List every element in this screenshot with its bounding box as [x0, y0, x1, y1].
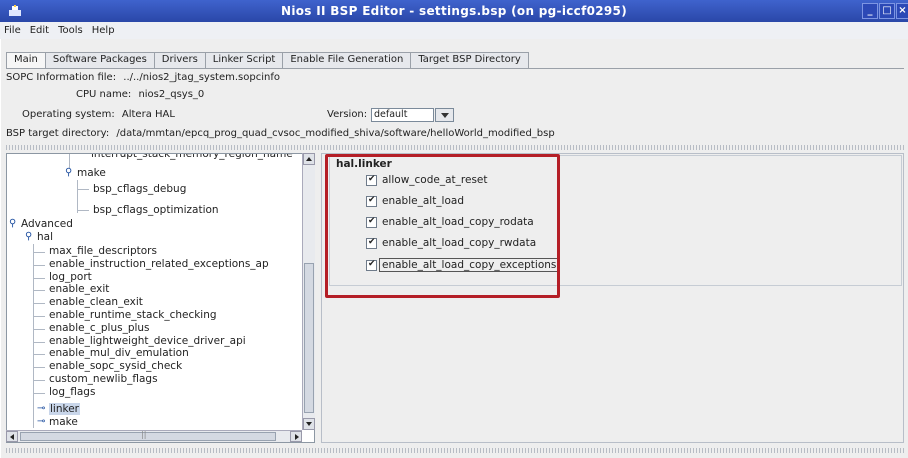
- tab-bar: Main Software Packages Drivers Linker Sc…: [6, 52, 529, 69]
- tree-guide: [33, 303, 45, 305]
- tree-item-partial[interactable]: interrupt_stack_memory_region_name: [91, 154, 293, 160]
- tree-item-bsp-cflags-optimization[interactable]: bsp_cflags_optimization: [93, 204, 219, 216]
- bsp-dir-row: BSP target directory: /data/mmtan/epcq_p…: [6, 128, 555, 139]
- menu-file[interactable]: File: [4, 25, 21, 36]
- tab-main[interactable]: Main: [6, 52, 46, 69]
- sopc-label: SOPC Information file:: [6, 72, 117, 83]
- collapsed-icon[interactable]: ⊸: [37, 403, 45, 414]
- maximize-icon[interactable]: □: [879, 3, 895, 19]
- tree-guide: [33, 252, 45, 253]
- minimize-icon[interactable]: _: [862, 3, 878, 19]
- title-bar: Nios II BSP Editor - settings.bsp (on pg…: [0, 0, 908, 22]
- scroll-thumb[interactable]: [20, 430, 276, 441]
- tab-linker-script[interactable]: Linker Script: [204, 52, 284, 68]
- tree-guide: [77, 189, 89, 190]
- app-icon: [9, 5, 21, 16]
- tree-item-make[interactable]: make: [77, 167, 106, 179]
- tree-item-hal-setting[interactable]: log_port: [49, 271, 92, 283]
- tree-guide: [33, 244, 34, 428]
- chevron-down-icon[interactable]: [435, 108, 454, 122]
- menu-edit[interactable]: Edit: [30, 25, 49, 36]
- scroll-up-icon[interactable]: [303, 153, 315, 165]
- tab-target-bsp-directory[interactable]: Target BSP Directory: [410, 52, 529, 68]
- highlight-box: [325, 154, 560, 298]
- tree-item-linker[interactable]: linker: [49, 403, 80, 415]
- tree-vertical-scrollbar[interactable]: [302, 153, 315, 430]
- tree-guide: [33, 277, 45, 279]
- sopc-value: ../../nios2_jtag_system.sopcinfo: [123, 72, 280, 83]
- cpu-label: CPU name:: [76, 89, 132, 100]
- tree-item-make-bottom[interactable]: make: [49, 416, 78, 428]
- settings-tree[interactable]: interrupt_stack_memory_region_name ⚲ mak…: [6, 153, 315, 443]
- tree-item-hal-setting[interactable]: log_flags: [49, 386, 95, 398]
- bsp-dir-label: BSP target directory:: [6, 128, 110, 139]
- tab-underline: [6, 68, 904, 69]
- tree-guide: [69, 154, 70, 168]
- tree-item-hal-setting[interactable]: max_file_descriptors: [49, 245, 157, 257]
- tree-item-hal-setting[interactable]: enable_mul_div_emulation: [49, 347, 189, 359]
- tree-item-hal-setting[interactable]: custom_newlib_flags: [49, 373, 158, 385]
- tab-drivers[interactable]: Drivers: [153, 52, 206, 68]
- menu-help[interactable]: Help: [92, 25, 115, 36]
- status-strip: [6, 448, 904, 453]
- tree-item-advanced[interactable]: Advanced: [21, 218, 73, 230]
- expanded-icon[interactable]: ⚲: [9, 218, 16, 229]
- scroll-down-icon[interactable]: [303, 418, 315, 430]
- scroll-right-icon[interactable]: [290, 431, 302, 442]
- os-row: Operating system: Altera HAL: [22, 109, 175, 120]
- collapsed-icon[interactable]: ⊸: [37, 416, 45, 427]
- tree-item-hal-setting[interactable]: enable_sopc_sysid_check: [49, 360, 182, 372]
- cpu-row: CPU name: nios2_qsys_0: [76, 89, 204, 100]
- menu-bar: File Edit Tools Help: [0, 22, 908, 39]
- expanded-icon[interactable]: ⚲: [65, 167, 72, 178]
- tree-item-hal-setting[interactable]: enable_c_plus_plus: [49, 322, 150, 334]
- tree-guide: [33, 328, 45, 330]
- close-icon[interactable]: ×: [896, 3, 908, 19]
- cpu-value: nios2_qsys_0: [138, 89, 205, 100]
- splitter[interactable]: [6, 145, 904, 150]
- window-controls: _ □ ×: [862, 3, 908, 19]
- window-title: Nios II BSP Editor - settings.bsp (on pg…: [281, 4, 627, 18]
- tree-guide: [33, 316, 45, 317]
- sopc-row: SOPC Information file: ../../nios2_jtag_…: [6, 72, 280, 83]
- tree-item-hal-setting[interactable]: enable_instruction_related_exceptions_ap: [49, 258, 269, 270]
- version-label: Version:: [327, 109, 368, 120]
- scroll-left-icon[interactable]: [6, 431, 18, 442]
- scroll-thumb[interactable]: [304, 263, 314, 413]
- tab-enable-file-generation[interactable]: Enable File Generation: [282, 52, 412, 68]
- tree-guide: [33, 341, 45, 343]
- tree-horizontal-scrollbar[interactable]: [6, 430, 302, 442]
- expanded-icon[interactable]: ⚲: [25, 231, 32, 242]
- tree-guide: [33, 380, 45, 381]
- tree-item-hal-setting[interactable]: enable_runtime_stack_checking: [49, 309, 217, 321]
- tree-item-hal-setting[interactable]: enable_exit: [49, 283, 109, 295]
- os-value: Altera HAL: [121, 109, 175, 120]
- tree-guide: [77, 210, 89, 211]
- tree-item-hal[interactable]: hal: [37, 231, 53, 243]
- tree-guide: [33, 290, 45, 292]
- os-label: Operating system:: [22, 109, 115, 120]
- menu-tools[interactable]: Tools: [58, 25, 83, 36]
- bsp-dir-value: /data/mmtan/epcq_prog_quad_cvsoc_modifie…: [116, 128, 555, 139]
- tree-item-hal-setting[interactable]: enable_clean_exit: [49, 296, 143, 308]
- tree-guide: [33, 264, 45, 266]
- tree-item-linker-label[interactable]: linker: [49, 403, 80, 415]
- tree-item-bsp-cflags-debug[interactable]: bsp_cflags_debug: [93, 183, 186, 195]
- tree-guide: [33, 392, 45, 394]
- tree-guide: [33, 367, 45, 369]
- tree-item-hal-setting[interactable]: enable_lightweight_device_driver_api: [49, 335, 246, 347]
- version-select[interactable]: default: [371, 108, 434, 122]
- tab-software-packages[interactable]: Software Packages: [44, 52, 155, 68]
- tree-guide: [33, 354, 45, 356]
- tree-guide: [77, 180, 78, 213]
